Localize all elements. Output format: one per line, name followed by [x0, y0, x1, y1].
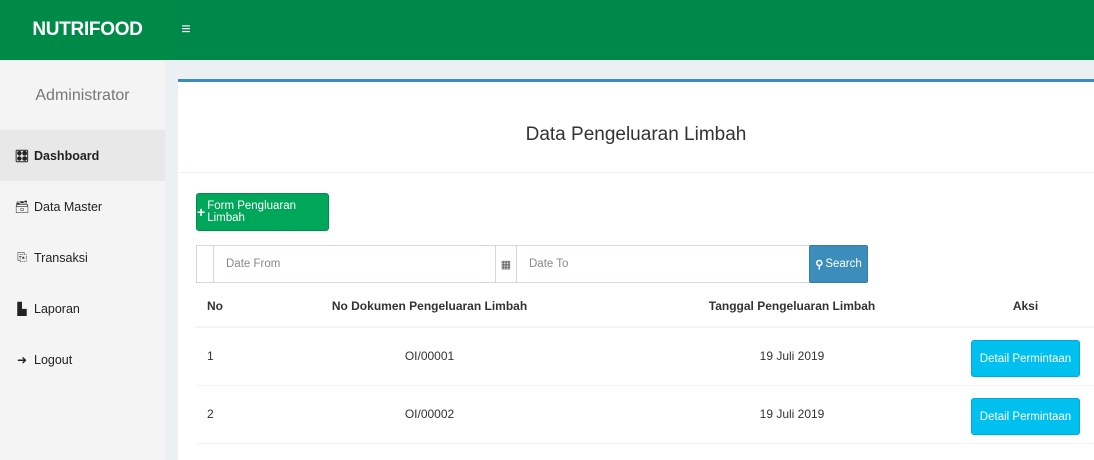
brand-logo[interactable]: NUTRIFOOD [0, 0, 175, 60]
sidebar: Administrator 🎛 Dashboard 🗃 Data Master … [0, 60, 165, 460]
sidebar-item-laporan[interactable]: ▙ Laporan [0, 283, 165, 334]
detail-button[interactable]: Detail Permintaan [970, 339, 1081, 377]
sidebar-item-logout[interactable]: ➜ Logout [0, 334, 165, 385]
cell-action: Detail Permintaan [957, 327, 1094, 386]
dashboard-icon: 🎛 [14, 148, 30, 163]
sidebar-item-transaksi[interactable]: ⎘ Transaksi [0, 232, 165, 283]
plus-icon: + [197, 204, 206, 220]
cell-action: Detail Permintaan [957, 385, 1094, 444]
file-icon: ▙ [17, 301, 27, 316]
sign-out-icon: ➜ [16, 352, 28, 367]
sidebar-item-label: Data Master [34, 199, 103, 214]
hamburger-icon[interactable]: ≡ [175, 0, 197, 60]
add-form-button-label: Form Pengluaran Limbah [207, 200, 297, 224]
input-addon [197, 246, 214, 282]
date-from-input[interactable] [214, 246, 495, 282]
sidebar-item-dashboard[interactable]: 🎛 Dashboard [0, 130, 165, 181]
add-form-button[interactable]: + Form Pengluaran Limbah [196, 193, 329, 231]
column-header-action: Aksi [957, 285, 1094, 328]
column-header-doc: No Dokumen Pengeluaran Limbah [232, 285, 627, 328]
table-row: 2 OI/00002 19 Juli 2019 Detail Permintaa… [196, 385, 1094, 444]
content-box: Data Pengeluaran Limbah + Form Pengluara… [178, 79, 1094, 460]
search-icon: ⚲ [815, 258, 824, 271]
sidebar-item-label: Dashboard [34, 148, 100, 163]
date-filter-group: ▦ [196, 245, 866, 283]
archive-icon: 🗃 [14, 199, 30, 214]
calendar-icon[interactable]: ▦ [495, 246, 517, 282]
detail-button[interactable]: Detail Permintaan [970, 397, 1081, 435]
column-header-no: No [196, 285, 232, 328]
sidebar-item-label: Logout [34, 352, 73, 367]
user-panel-name: Administrator [35, 87, 130, 104]
cell-date: 19 Juli 2019 [627, 385, 957, 444]
table-header-row: No No Dokumen Pengeluaran Limbah Tanggal… [196, 285, 1094, 328]
sidebar-item-data-master[interactable]: 🗃 Data Master [0, 181, 165, 232]
search-button[interactable]: ⚲ Search [809, 245, 868, 283]
cell-no: 1 [196, 327, 232, 386]
cell-no: 2 [196, 385, 232, 444]
search-button-label: Search [825, 258, 862, 270]
cell-doc: OI/00002 [232, 385, 627, 444]
cell-doc: OI/00001 [232, 327, 627, 386]
table-row: 1 OI/00001 19 Juli 2019 Detail Permintaa… [196, 327, 1094, 386]
page-title: Data Pengeluaran Limbah [525, 123, 747, 145]
sidebar-item-label: Transaksi [34, 250, 88, 265]
top-navbar: NUTRIFOOD ≡ [0, 0, 1094, 60]
sidebar-item-label: Laporan [34, 301, 80, 316]
column-header-date: Tanggal Pengeluaran Limbah [627, 285, 957, 328]
copy-icon: ⎘ [17, 250, 27, 264]
cell-date: 19 Juli 2019 [627, 327, 957, 386]
box-header: Data Pengeluaran Limbah [178, 82, 1094, 173]
data-table: No No Dokumen Pengeluaran Limbah Tanggal… [196, 285, 1094, 444]
